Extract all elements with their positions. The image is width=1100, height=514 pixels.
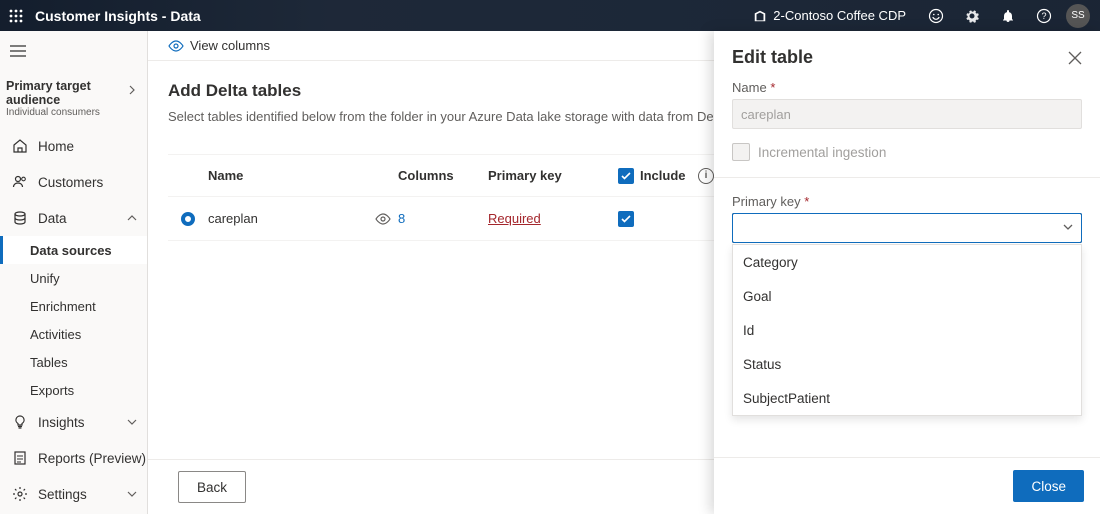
waffle-icon [9, 9, 23, 23]
preview-button[interactable] [368, 213, 398, 225]
help-icon[interactable]: ? [1030, 2, 1058, 30]
svg-text:?: ? [1041, 11, 1046, 21]
primary-key-required-link[interactable]: Required [488, 211, 541, 226]
incremental-label: Incremental ingestion [758, 145, 886, 160]
nav-data-sources[interactable]: Data sources [0, 236, 147, 264]
primary-key-combobox[interactable] [732, 213, 1082, 243]
building-icon [753, 9, 767, 23]
back-button[interactable]: Back [178, 471, 246, 503]
edit-table-panel: Edit table Name * Incremental ingestion … [714, 31, 1100, 514]
app-title: Customer Insights - Data [35, 8, 201, 24]
nav-label: Reports (Preview) [38, 451, 146, 466]
environment-name: 2-Contoso Coffee CDP [773, 8, 906, 23]
nav-activities[interactable]: Activities [0, 320, 147, 348]
home-icon [12, 138, 28, 154]
row-radio[interactable] [181, 212, 195, 226]
close-icon[interactable] [1068, 51, 1082, 65]
nav-home[interactable]: Home [0, 128, 147, 164]
report-icon [12, 450, 28, 466]
nav-label: Home [38, 139, 74, 154]
nav-tables[interactable]: Tables [0, 348, 147, 376]
panel-title: Edit table [732, 47, 813, 68]
nav-settings[interactable]: Settings [0, 476, 147, 512]
hamburger-button[interactable] [0, 31, 147, 71]
nav-unify[interactable]: Unify [0, 264, 147, 292]
name-field-label: Name * [732, 80, 1082, 95]
chevron-down-icon [127, 489, 137, 499]
incremental-checkbox [732, 143, 750, 161]
waffle-menu[interactable] [0, 0, 31, 31]
people-icon [12, 174, 28, 190]
info-icon[interactable]: i [698, 168, 714, 184]
database-icon [12, 210, 28, 226]
nav-insights[interactable]: Insights [0, 404, 147, 440]
dropdown-option-status[interactable]: Status [733, 347, 1081, 381]
chevron-up-icon [127, 213, 137, 223]
gear-icon[interactable] [958, 2, 986, 30]
dropdown-option-id[interactable]: Id [733, 313, 1081, 347]
chevron-right-icon [127, 85, 137, 95]
include-checkbox[interactable] [618, 211, 634, 227]
columns-count-link[interactable]: 8 [398, 211, 405, 226]
nav-reports[interactable]: Reports (Preview) [0, 440, 147, 476]
view-columns-button[interactable]: View columns [190, 38, 270, 53]
app-header: Customer Insights - Data 2-Contoso Coffe… [0, 0, 1100, 31]
lightbulb-icon [12, 414, 28, 430]
hamburger-icon [10, 45, 26, 57]
audience-label: Primary target audience [6, 79, 135, 107]
column-header-columns[interactable]: Columns [398, 168, 488, 183]
column-header-include: Include [640, 168, 686, 183]
nav-label: Data [38, 211, 67, 226]
column-header-primary-key[interactable]: Primary key [488, 168, 618, 183]
nav-label: Insights [38, 415, 85, 430]
close-button[interactable]: Close [1013, 470, 1084, 502]
eye-icon [168, 40, 184, 52]
nav-data[interactable]: Data [0, 200, 147, 236]
environment-picker[interactable]: 2-Contoso Coffee CDP [745, 6, 914, 25]
include-all-checkbox[interactable] [618, 168, 634, 184]
dropdown-option-goal[interactable]: Goal [733, 279, 1081, 313]
nav-exports[interactable]: Exports [0, 376, 147, 404]
sidebar: Primary target audience Individual consu… [0, 31, 148, 514]
primary-key-field-label: Primary key * [732, 194, 1082, 209]
dropdown-option-category[interactable]: Category [733, 245, 1081, 279]
nav-enrichment[interactable]: Enrichment [0, 292, 147, 320]
nav-customers[interactable]: Customers [0, 164, 147, 200]
gear-icon [12, 486, 28, 502]
column-header-name[interactable]: Name [208, 168, 368, 183]
chevron-down-icon [127, 417, 137, 427]
nav-label: Settings [38, 487, 87, 502]
bell-icon[interactable] [994, 2, 1022, 30]
name-input [732, 99, 1082, 129]
audience-selector[interactable]: Primary target audience Individual consu… [0, 71, 147, 128]
dropdown-option-subjectpatient[interactable]: SubjectPatient [733, 381, 1081, 415]
nav-label: Customers [38, 175, 103, 190]
audience-value: Individual consumers [6, 107, 135, 118]
smiley-icon[interactable] [922, 2, 950, 30]
avatar[interactable]: SS [1066, 4, 1090, 28]
table-name-cell: careplan [208, 211, 368, 226]
primary-key-dropdown: Category Goal Id Status SubjectPatient [732, 244, 1082, 416]
